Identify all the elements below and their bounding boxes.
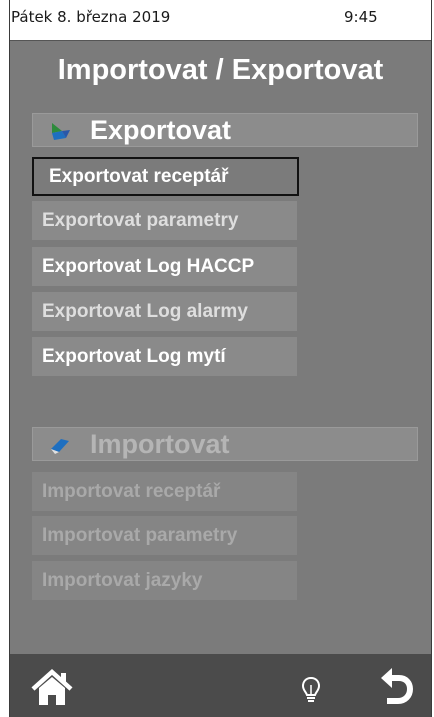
import-languages-button[interactable]: Importovat jazyky	[32, 561, 297, 600]
export-recipes-button[interactable]: Exportovat receptář	[32, 157, 299, 196]
status-time: 9:45	[344, 8, 378, 26]
export-section-header: Exportovat	[32, 113, 418, 147]
status-bar: Pátek 8. března 2019 9:45	[10, 0, 431, 41]
export-parameters-button[interactable]: Exportovat parametry	[32, 201, 297, 240]
export-alarm-log-button[interactable]: Exportovat Log alarmy	[32, 292, 297, 331]
export-haccp-log-button[interactable]: Exportovat Log HACCP	[32, 247, 297, 286]
export-wash-log-button[interactable]: Exportovat Log mytí	[32, 337, 297, 376]
export-arrow-icon	[52, 123, 70, 140]
bottom-nav-bar	[10, 654, 431, 717]
lightbulb-icon[interactable]	[301, 676, 321, 704]
home-icon[interactable]	[30, 668, 74, 708]
export-header-label: Exportovat	[90, 115, 232, 145]
import-header-label: Importovat	[90, 429, 230, 459]
screen: Pátek 8. března 2019 9:45 Importovat / E…	[9, 0, 432, 717]
status-date: Pátek 8. března 2019	[11, 8, 171, 26]
back-arrow-icon[interactable]	[379, 667, 415, 707]
import-arrow-icon	[51, 439, 69, 454]
import-section-header: Importovat	[32, 427, 418, 461]
import-parameters-button[interactable]: Importovat parametry	[32, 516, 297, 555]
page-title: Importovat / Exportovat	[57, 54, 384, 86]
import-recipes-button[interactable]: Importovat receptář	[32, 472, 297, 511]
